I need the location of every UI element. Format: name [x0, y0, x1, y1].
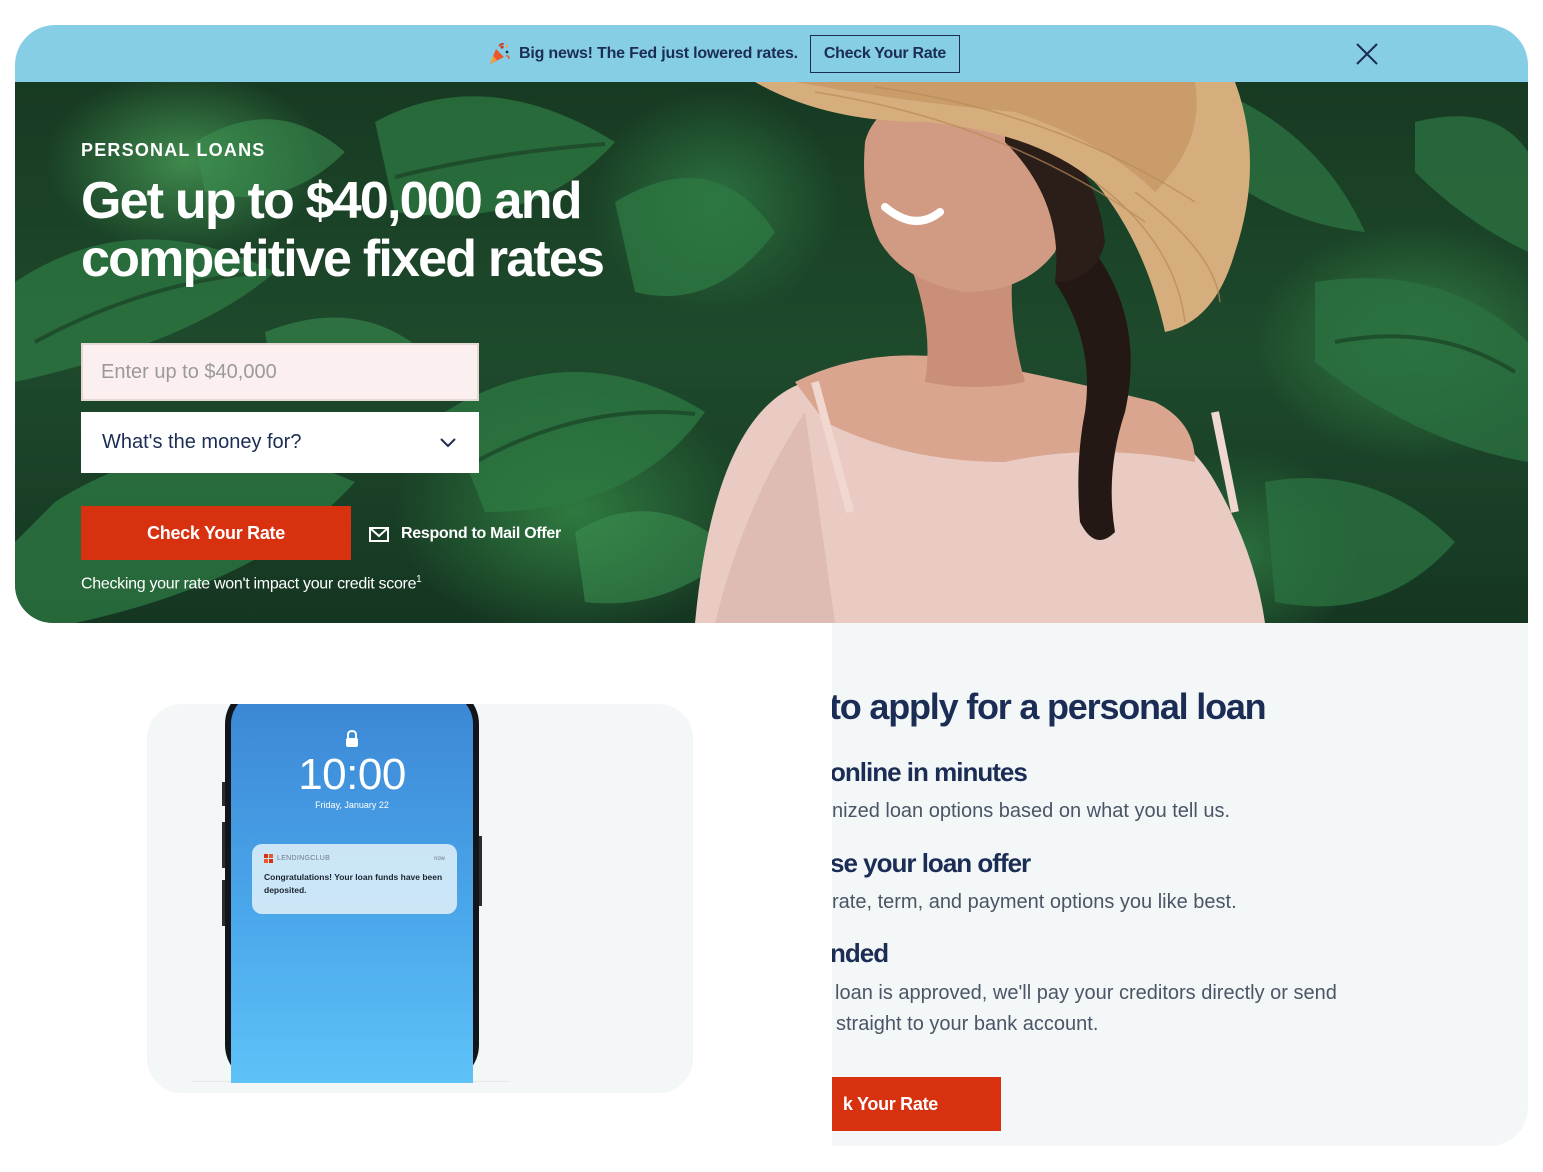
- phone-mockup: 10:00 Friday, January 22 LENDINGCLUB now: [222, 704, 482, 1083]
- step-2-heading: se your loan offer: [832, 848, 1031, 878]
- hero-eyebrow: PERSONAL LOANS: [81, 140, 266, 160]
- banner-message: Big news! The Fed just lowered rates.: [519, 45, 798, 62]
- lock-screen-date: Friday, January 22: [315, 800, 389, 810]
- close-icon[interactable]: [1350, 37, 1384, 71]
- phone-side-button: [479, 836, 482, 906]
- chevron-down-icon: [440, 438, 456, 448]
- disclaimer-text: Checking your rate won't impact your cre…: [81, 575, 417, 593]
- lock-icon: [346, 730, 358, 747]
- lock-screen-time: 10:00: [298, 750, 406, 799]
- notification-app: LENDINGCLUB: [264, 854, 330, 863]
- credit-score-disclaimer: Checking your rate won't impact your cre…: [81, 574, 422, 593]
- phone-side-button: [222, 822, 225, 868]
- woman-in-sun-hat-photo: [695, 82, 1265, 623]
- hero-check-rate-button[interactable]: Check Your Rate: [81, 506, 351, 560]
- banner-content: Big news! The Fed just lowered rates. Ch…: [487, 35, 960, 73]
- steps-check-rate-button[interactable]: k Your Rate: [832, 1077, 1001, 1131]
- announcement-banner: Big news! The Fed just lowered rates. Ch…: [15, 25, 1528, 83]
- mail-offer-label: Respond to Mail Offer: [401, 525, 561, 542]
- notification-header: LENDINGCLUB now: [264, 854, 445, 863]
- loan-purpose-label: What's the money for?: [102, 431, 302, 453]
- lendingclub-logo-icon: [264, 854, 273, 863]
- banner-check-rate-button[interactable]: Check Your Rate: [809, 35, 960, 73]
- step-1-body: nized loan options based on what you tel…: [832, 800, 1231, 822]
- step-2-body: rate, term, and payment options you like…: [832, 891, 1237, 913]
- phone-illustration-card: 10:00 Friday, January 22 LENDINGCLUB now: [147, 704, 693, 1093]
- phone-lock-screen: 10:00 Friday, January 22 LENDINGCLUB now: [231, 704, 473, 1083]
- notification-app-name: LENDINGCLUB: [277, 855, 331, 862]
- notification-time: now: [433, 855, 445, 862]
- step-3-body-line-2: straight to your bank account.: [836, 1013, 1099, 1035]
- hero-section: PERSONAL LOANS Get up to $40,000 and com…: [15, 82, 1528, 623]
- hero-title: Get up to $40,000 and competitive fixed …: [81, 172, 605, 288]
- how-to-apply-section: to apply for a personal loan online in m…: [832, 623, 1528, 1146]
- envelope-icon: [369, 526, 389, 542]
- phone-side-button: [222, 880, 225, 926]
- step-3-heading: nded: [832, 938, 889, 968]
- disclaimer-footnote[interactable]: 1: [416, 574, 422, 585]
- mail-offer-link[interactable]: Respond to Mail Offer: [369, 525, 561, 543]
- loan-amount-input[interactable]: [81, 343, 479, 401]
- push-notification: LENDINGCLUB now Congratulations! Your lo…: [252, 844, 457, 914]
- phone-side-button: [222, 782, 225, 806]
- steps-title: to apply for a personal loan: [832, 686, 1267, 727]
- step-3-body-line-1: loan is approved, we'll pay your credito…: [835, 982, 1337, 1004]
- loan-purpose-select[interactable]: What's the money for?: [81, 412, 479, 473]
- party-popper-icon: [490, 43, 510, 64]
- notification-message: Congratulations! Your loan funds have be…: [264, 872, 443, 895]
- step-1-heading: online in minutes: [832, 757, 1028, 787]
